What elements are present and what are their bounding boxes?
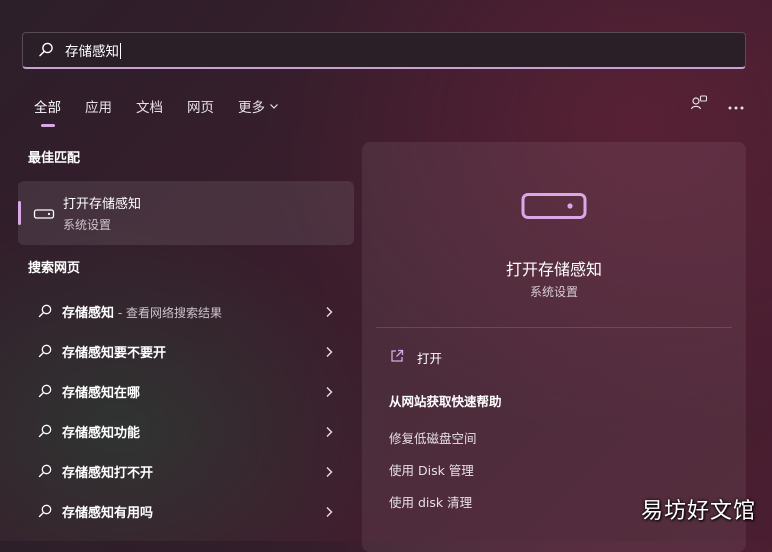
search-icon	[37, 41, 55, 59]
chevron-right-icon	[324, 344, 334, 358]
tab-all[interactable]: 全部	[22, 92, 73, 120]
open-label: 打开	[417, 351, 443, 366]
tab-label: 全部	[34, 100, 61, 116]
best-match-item[interactable]: 打开存储感知 系统设置	[18, 181, 354, 245]
help-link[interactable]: 修复低磁盘空间	[389, 428, 477, 447]
watermark: 易坊好文馆	[640, 499, 756, 524]
storage-drive-icon	[521, 192, 587, 220]
tab-documents[interactable]: 文档	[124, 92, 175, 120]
best-match-title: 打开存储感知	[63, 197, 142, 212]
web-result-text: 存储感知 - 查看网络搜索结果	[62, 305, 222, 321]
preview-panel: 打开存储感知 系统设置 打开 从网站获取快速帮助 修复低磁盘空间 使用 Disk…	[362, 142, 746, 552]
search-icon	[37, 383, 53, 399]
help-link[interactable]: 使用 Disk 管理	[389, 460, 474, 479]
tab-more[interactable]: 更多	[226, 92, 291, 120]
web-result-text: 存储感知打不开	[62, 465, 154, 481]
web-result-text: 存储感知在哪	[62, 385, 141, 401]
filter-tabs: 全部 应用 文档 网页 更多	[22, 92, 291, 120]
preview-subtitle: 系统设置	[529, 285, 578, 299]
chevron-down-icon	[269, 98, 279, 114]
preview-title: 打开存储感知	[505, 260, 602, 279]
web-result-suffix: - 查看网络搜索结果	[114, 305, 222, 320]
chevron-right-icon	[324, 424, 334, 438]
results-column: 最佳匹配 打开存储感知 系统设置 搜索网页 存储感知 - 查看网络搜索结果 存储…	[18, 145, 354, 531]
search-icon	[37, 343, 53, 359]
web-result-text: 存储感知功能	[62, 425, 141, 441]
tab-label: 更多	[238, 100, 265, 116]
chevron-right-icon	[324, 304, 334, 318]
help-link[interactable]: 使用 disk 清理	[389, 492, 472, 511]
tab-apps[interactable]: 应用	[73, 92, 124, 120]
tab-label: 文档	[136, 100, 163, 116]
web-result-item[interactable]: 存储感知 - 查看网络搜索结果	[18, 291, 354, 331]
open-external-icon	[389, 348, 405, 367]
header-actions	[690, 94, 744, 116]
text-cursor	[120, 43, 121, 59]
quick-help-heading: 从网站获取快速帮助	[389, 394, 502, 409]
tab-label: 应用	[85, 100, 112, 116]
web-result-item[interactable]: 存储感知要不要开	[18, 331, 354, 371]
web-result-item[interactable]: 存储感知有用吗	[18, 491, 354, 531]
search-icon	[37, 303, 53, 319]
web-result-item[interactable]: 存储感知在哪	[18, 371, 354, 411]
chevron-right-icon	[324, 504, 334, 518]
chevron-right-icon	[324, 464, 334, 478]
best-match-heading: 最佳匹配	[28, 151, 81, 166]
account-switch-icon[interactable]	[690, 94, 708, 116]
web-search-heading: 搜索网页	[28, 261, 81, 276]
tab-label: 网页	[187, 100, 214, 116]
chevron-right-icon	[324, 384, 334, 398]
more-options-icon[interactable]	[728, 96, 744, 115]
tab-web[interactable]: 网页	[175, 92, 226, 120]
best-match-subtitle: 系统设置	[63, 218, 112, 232]
web-results-list: 存储感知 - 查看网络搜索结果 存储感知要不要开 存储感知在哪 存储感知功能 存…	[18, 291, 354, 531]
web-result-text: 存储感知有用吗	[62, 505, 154, 521]
web-result-text: 存储感知要不要开	[62, 345, 167, 361]
search-icon	[37, 423, 53, 439]
storage-drive-icon	[33, 206, 55, 220]
web-result-item[interactable]: 存储感知功能	[18, 411, 354, 451]
divider	[376, 327, 732, 328]
search-box[interactable]: 存储感知	[22, 32, 746, 69]
search-icon	[37, 463, 53, 479]
search-icon	[37, 503, 53, 519]
open-button[interactable]: 打开	[389, 348, 442, 367]
web-result-item[interactable]: 存储感知打不开	[18, 451, 354, 491]
search-input[interactable]: 存储感知	[65, 40, 121, 60]
